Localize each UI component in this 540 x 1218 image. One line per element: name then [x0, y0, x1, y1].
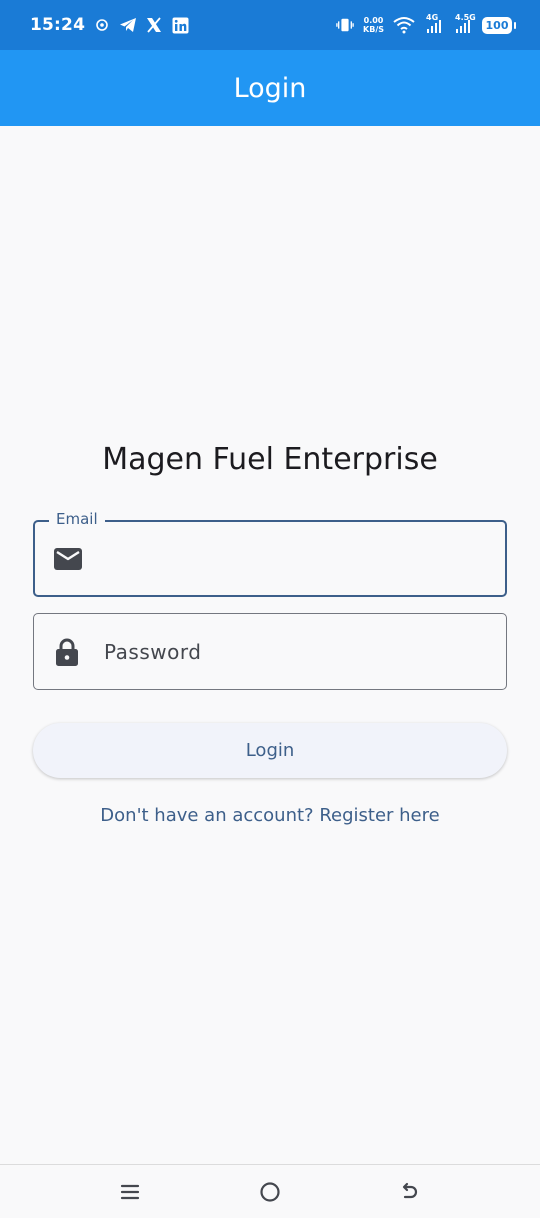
email-field[interactable]: Email: [33, 510, 507, 597]
login-button[interactable]: Login: [33, 723, 507, 778]
page-title: Login: [233, 72, 307, 104]
status-right: 0.00 KB/S 4G 4.5G 100: [336, 13, 516, 34]
brand-title: Magen Fuel Enterprise: [102, 442, 438, 477]
x-icon: [145, 16, 163, 34]
home-icon[interactable]: [250, 1172, 290, 1212]
mail-icon: [53, 544, 83, 574]
password-field[interactable]: [33, 613, 507, 690]
email-input[interactable]: [105, 522, 491, 595]
status-bar: 15:24 0.00 KB/S 4G 4.5G 100: [0, 0, 540, 50]
signal-icon-2: 4.5G: [453, 13, 476, 34]
telegram-icon: [119, 16, 137, 34]
password-input[interactable]: [104, 614, 492, 689]
signal-icon: 4G: [424, 13, 444, 34]
nav-bar: [0, 1164, 540, 1218]
app-bar: Login: [0, 50, 540, 126]
settings-icon: [93, 16, 111, 34]
back-icon[interactable]: [390, 1172, 430, 1212]
status-left: 15:24: [30, 15, 189, 35]
speed-value: 0.00: [363, 16, 384, 25]
linkedin-icon: [171, 16, 189, 34]
status-time: 15:24: [30, 15, 86, 35]
email-label: Email: [49, 510, 105, 528]
wifi-icon: [393, 16, 415, 34]
battery-icon: 100: [482, 16, 516, 34]
network-speed: 0.00 KB/S: [363, 16, 384, 34]
speed-unit: KB/S: [363, 25, 384, 34]
vibrate-icon: [336, 16, 354, 34]
register-link[interactable]: Don't have an account? Register here: [0, 805, 540, 826]
menu-icon[interactable]: [110, 1172, 150, 1212]
lock-icon: [52, 637, 82, 667]
